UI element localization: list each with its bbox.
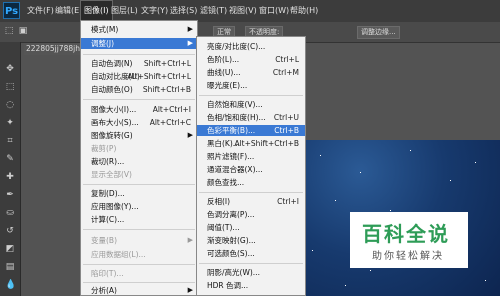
adj-hdr-toning[interactable]: HDR 色调...: [197, 280, 305, 291]
menu-item-image-size[interactable]: 图像大小(I)... Alt+Ctrl+I: [81, 104, 197, 115]
menu-item-adjustments[interactable]: 调整(J) ▶: [81, 38, 197, 49]
crop-tool-icon[interactable]: ⌗: [5, 136, 15, 146]
gradient-tool-icon[interactable]: ▤: [5, 262, 15, 272]
stamp-tool-icon[interactable]: ⛀: [5, 208, 15, 218]
adj-curves[interactable]: 曲线(U)... Ctrl+M: [197, 67, 305, 78]
eyedropper-icon[interactable]: ✎: [5, 154, 15, 164]
adjustments-submenu: 亮度/对比度(C)... 色阶(L)... Ctrl+L 曲线(U)... Ctrl…: [196, 36, 306, 296]
adj-brightness-contrast[interactable]: 亮度/对比度(C)...: [197, 41, 305, 52]
adj-threshold[interactable]: 阈值(T)...: [197, 222, 305, 233]
refine-edge-button[interactable]: 调整边缘...: [357, 26, 400, 39]
selection-mode-icon[interactable]: ▣: [18, 26, 28, 36]
menu-layer[interactable]: 图层(L): [108, 0, 141, 22]
photoshop-logo: Ps: [3, 2, 20, 19]
adj-black-white[interactable]: 黑白(K)... Alt+Shift+Ctrl+B: [197, 138, 305, 149]
menu-help[interactable]: 帮助(H): [287, 0, 321, 22]
adj-hue-saturation[interactable]: 色相/饱和度(H)... Ctrl+U: [197, 112, 305, 123]
adj-vibrance[interactable]: 自然饱和度(V)...: [197, 99, 305, 110]
adj-channel-mixer[interactable]: 通道混合器(X)...: [197, 164, 305, 175]
menu-item-calculations[interactable]: 计算(C)...: [81, 214, 197, 225]
lasso-tool-icon[interactable]: ◌: [5, 100, 15, 110]
menu-item-apply-data-set: 应用数据组(L)...: [91, 250, 146, 259]
adj-gradient-map[interactable]: 渐变映射(G)...: [197, 235, 305, 246]
menu-item-mode[interactable]: 模式(M) ▶: [81, 24, 197, 35]
menu-item-auto-color[interactable]: 自动颜色(O) Shift+Ctrl+B: [81, 84, 197, 95]
menu-item-variables: 变量(B) ▶: [91, 236, 193, 245]
menu-bar: Ps 文件(F) 编辑(E) 图像(I) 图层(L) 文字(Y) 选择(S) 滤…: [0, 0, 500, 22]
image-menu-dropdown: 模式(M) ▶ 调整(J) ▶ 自动色调(N) Shift+Ctrl+L 自动对比度(…: [80, 20, 198, 296]
marquee-tool-icon[interactable]: ⬚: [4, 26, 14, 36]
document-tab[interactable]: 222805jj788jh5e2: [24, 43, 94, 55]
menu-item-apply-image[interactable]: 应用图像(Y)...: [81, 201, 197, 212]
adj-levels[interactable]: 色阶(L)... Ctrl+L: [197, 54, 305, 65]
watermark-subtitle: 助你轻松解决: [372, 251, 444, 262]
watermark-badge: 百科全说 助你轻松解决: [350, 212, 468, 268]
history-brush-icon[interactable]: ↺: [5, 226, 15, 236]
adj-posterize[interactable]: 色调分离(P)...: [197, 209, 305, 220]
marquee-tool-icon[interactable]: ⬚: [5, 82, 15, 92]
adj-invert[interactable]: 反相(I) Ctrl+I: [197, 196, 305, 207]
menu-view[interactable]: 视图(V): [226, 0, 260, 22]
magic-wand-icon[interactable]: ✦: [5, 118, 15, 128]
menu-item-auto-contrast[interactable]: 自动对比度(U) Alt+Shift+Ctrl+L: [81, 71, 197, 82]
blur-tool-icon[interactable]: 💧: [5, 280, 16, 290]
healing-brush-icon[interactable]: ✚: [5, 172, 15, 182]
menu-item-crop: 裁剪(P): [91, 144, 117, 153]
menu-item-trim[interactable]: 裁切(R)...: [81, 156, 197, 167]
menu-item-auto-tone[interactable]: 自动色调(N) Shift+Ctrl+L: [81, 58, 197, 69]
adj-color-lookup[interactable]: 颜色查找...: [197, 177, 305, 188]
menu-item-image-rotation[interactable]: 图像旋转(G) ▶: [81, 130, 197, 141]
watermark-title: 百科全说: [362, 222, 450, 246]
eraser-tool-icon[interactable]: ◩: [5, 244, 15, 254]
menu-item-canvas-size[interactable]: 画布大小(S)... Alt+Ctrl+C: [81, 117, 197, 128]
adj-selective-color[interactable]: 可选颜色(S)...: [197, 248, 305, 259]
menu-select[interactable]: 选择(S): [167, 0, 200, 22]
menu-item-reveal-all: 显示全部(V): [91, 170, 132, 179]
menu-item-trap: 陷印(T)...: [91, 269, 124, 278]
menu-item-duplicate[interactable]: 复制(D)...: [81, 188, 197, 199]
adj-shadows-highlights[interactable]: 阴影/高光(W)...: [197, 267, 305, 278]
move-tool-icon[interactable]: ✥: [5, 64, 15, 74]
tools-panel: ✥ ⬚ ◌ ✦ ⌗ ✎ ✚ ✒ ⛀ ↺ ◩ ▤ 💧: [0, 42, 21, 296]
brush-tool-icon[interactable]: ✒: [5, 190, 15, 200]
adj-photo-filter[interactable]: 照片滤镜(F)...: [197, 151, 305, 162]
adj-color-balance[interactable]: 色彩平衡(B)... Ctrl+B: [197, 125, 305, 136]
adj-exposure[interactable]: 曝光度(E)...: [197, 80, 305, 91]
menu-item-analysis[interactable]: 分析(A) ▶: [81, 285, 197, 296]
